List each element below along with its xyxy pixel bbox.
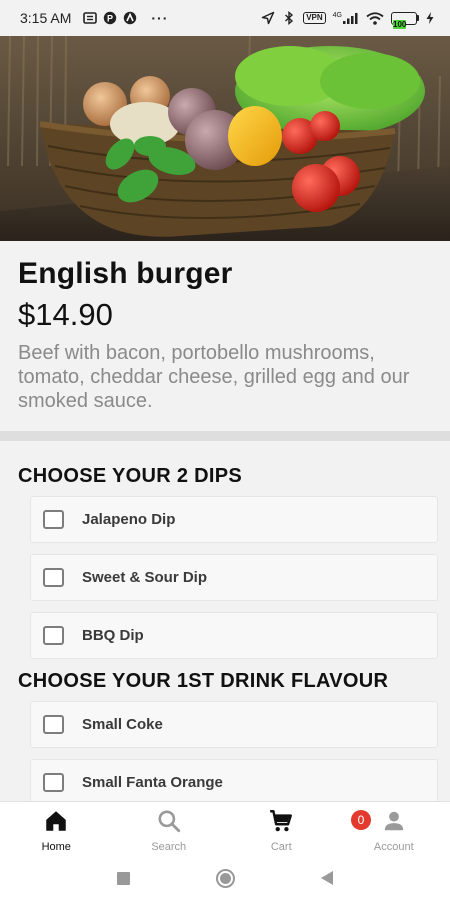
news-icon <box>83 12 98 24</box>
a-icon <box>124 11 137 25</box>
product-info: English burger $14.90 Beef with bacon, p… <box>0 241 450 431</box>
status-time: 3:15 AM <box>20 10 72 26</box>
nav-search[interactable]: Search <box>113 802 226 856</box>
section-divider <box>0 431 450 441</box>
system-navigation-bar <box>0 856 450 900</box>
product-description: Beef with bacon, portobello mushrooms, t… <box>18 342 410 412</box>
option-jalapeno-dip[interactable]: Jalapeno Dip <box>30 496 438 543</box>
bottom-navigation: Home Search 0 Cart Account <box>0 801 450 856</box>
product-price: $14.90 <box>18 297 113 332</box>
nav-label: Home <box>41 841 71 853</box>
checkbox[interactable] <box>43 715 64 734</box>
cart-icon <box>270 810 293 832</box>
nav-label: Search <box>151 841 187 853</box>
section-title-dips: CHOOSE YOUR 2 DIPS <box>18 465 242 487</box>
checkbox[interactable] <box>43 510 64 529</box>
option-small-coke[interactable]: Small Coke <box>30 701 438 748</box>
nav-cart[interactable]: 0 Cart <box>225 802 371 856</box>
recent-apps-button[interactable] <box>117 871 130 885</box>
vegetables-basket-illustration <box>0 36 450 241</box>
checkbox[interactable] <box>43 568 64 587</box>
checkbox[interactable] <box>43 626 64 645</box>
network-type: 4G <box>333 12 359 24</box>
svg-text:P: P <box>107 13 113 23</box>
nav-account[interactable]: Account <box>338 802 450 856</box>
nav-label: Account <box>373 841 414 853</box>
home-icon <box>46 811 66 831</box>
battery-indicator: 100 <box>391 11 419 29</box>
nav-label: Cart <box>270 841 292 853</box>
checkbox[interactable] <box>43 773 64 792</box>
home-system-button[interactable] <box>216 868 235 888</box>
nav-home[interactable]: Home <box>0 802 113 856</box>
option-bbq-dip[interactable]: BBQ Dip <box>30 612 438 659</box>
option-label: Small Fanta Orange <box>82 774 223 791</box>
back-button[interactable] <box>321 871 333 885</box>
option-label: Jalapeno Dip <box>82 511 176 528</box>
hero-image <box>0 36 450 241</box>
p-icon: P <box>104 11 117 25</box>
product-title: English burger <box>18 257 233 290</box>
option-sweet-sour-dip[interactable]: Sweet & Sour Dip <box>30 554 438 601</box>
status-bar: 3:15 AM P ··· VPN 4G 100 <box>0 0 450 36</box>
signal-icon <box>343 13 358 24</box>
account-icon <box>384 811 403 831</box>
section-title-drinks: CHOOSE YOUR 1ST DRINK FLAVOUR <box>18 670 389 692</box>
search-icon <box>158 810 180 833</box>
bluetooth-icon <box>285 11 294 25</box>
vpn-badge: VPN <box>303 12 326 24</box>
option-label: BBQ Dip <box>82 627 144 644</box>
wifi-icon <box>366 11 384 25</box>
location-arrow-icon <box>261 11 275 25</box>
option-small-fanta-orange[interactable]: Small Fanta Orange <box>30 759 438 801</box>
charging-icon <box>426 12 434 24</box>
option-label: Small Coke <box>82 716 163 733</box>
more-indicator: ··· <box>151 10 169 26</box>
options-list: CHOOSE YOUR 2 DIPS Jalapeno Dip Sweet & … <box>0 441 450 801</box>
option-label: Sweet & Sour Dip <box>82 569 208 586</box>
